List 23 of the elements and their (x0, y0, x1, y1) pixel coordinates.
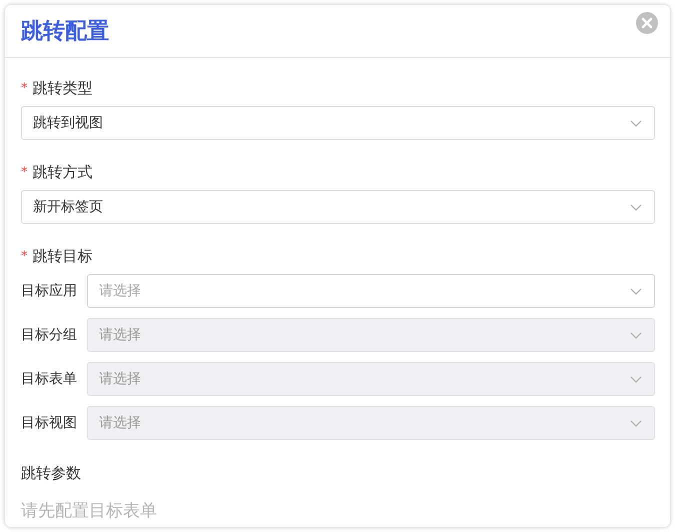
chevron-down-icon (630, 288, 642, 294)
close-icon[interactable] (636, 12, 658, 34)
chevron-down-icon (630, 204, 642, 210)
required-mark: * (21, 248, 28, 264)
select-field[interactable]: 新开标签页 (21, 190, 655, 224)
dialog-title: 跳转配置 (21, 18, 109, 46)
section-label: 跳转参数 (21, 464, 82, 483)
required-mark: * (21, 80, 28, 96)
field-label: 目标分组 (21, 326, 78, 344)
field-label: 目标应用 (21, 282, 78, 300)
chevron-down-icon (630, 420, 642, 426)
field-label: 跳转类型 (32, 78, 92, 98)
field-label: 跳转方式 (32, 162, 92, 182)
hint-text: 请先配置目标表单 (21, 500, 158, 522)
field-label: 目标视图 (21, 414, 78, 432)
chevron-down-icon (630, 120, 642, 126)
chevron-down-icon (630, 332, 642, 338)
select-field[interactable]: 请选择 (87, 274, 655, 308)
chevron-down-icon (630, 376, 642, 382)
field-label: 目标表单 (21, 370, 78, 388)
select-field[interactable]: 跳转到视图 (21, 106, 655, 140)
field-label: 跳转目标 (32, 246, 92, 266)
required-mark: * (21, 164, 28, 180)
